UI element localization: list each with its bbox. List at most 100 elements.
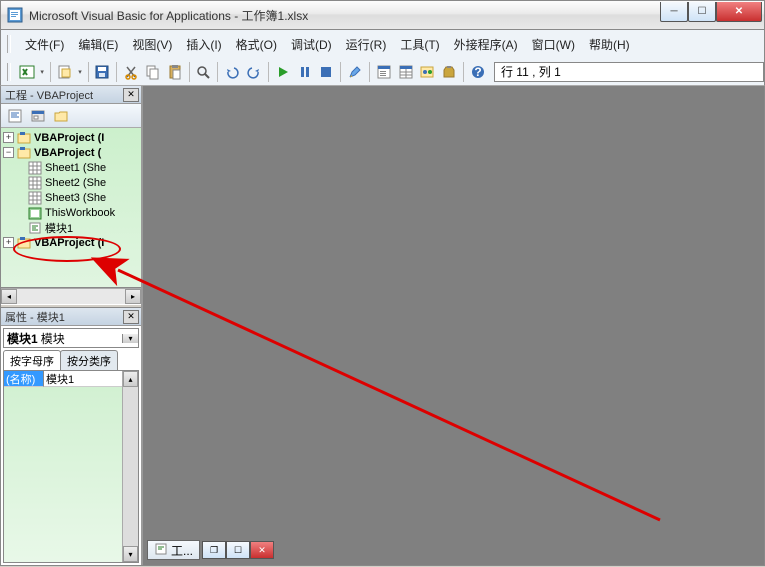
tab-alphabetic[interactable]: 按字母序 xyxy=(3,350,61,370)
menu-addins[interactable]: 外接程序(A) xyxy=(448,34,524,55)
project-icon xyxy=(16,146,32,160)
properties-panel-body: 模块1 模块 ▾ 按字母序 按分类序 (名称) 模块1 ▴ ▾ xyxy=(1,326,141,565)
properties-vscrollbar[interactable]: ▴ ▾ xyxy=(122,371,138,562)
cut-button[interactable] xyxy=(121,61,141,83)
properties-tabs: 按字母序 按分类序 xyxy=(1,350,141,370)
mdi-window-controls: ❐ ☐ ✕ xyxy=(202,541,274,559)
window-title: Microsoft Visual Basic for Applications … xyxy=(29,7,660,24)
view-excel-dropdown[interactable]: ▾ xyxy=(39,68,46,76)
view-excel-button[interactable] xyxy=(17,61,37,83)
tree-node-sheet2[interactable]: Sheet2 (She xyxy=(1,175,141,190)
menu-view[interactable]: 视图(V) xyxy=(126,34,178,55)
toolbar-grip[interactable] xyxy=(7,63,11,81)
mdi-client-area: 工... ❐ ☐ ✕ xyxy=(143,86,764,565)
menu-bar: 文件(F) 编辑(E) 视图(V) 插入(I) 格式(O) 调试(D) 运行(R… xyxy=(0,30,765,58)
properties-panel-title: 属性 - 模块1 xyxy=(5,309,123,325)
view-object-button[interactable] xyxy=(28,106,48,126)
tab-categorized[interactable]: 按分类序 xyxy=(60,350,118,370)
reset-button[interactable] xyxy=(316,61,336,83)
scroll-right-button[interactable]: ▸ xyxy=(125,289,141,304)
scroll-track[interactable] xyxy=(17,289,125,304)
menubar-grip[interactable] xyxy=(7,35,11,53)
property-key: (名称) xyxy=(4,371,44,387)
mdi-maximize-button[interactable]: ☐ xyxy=(226,541,250,559)
minimize-button[interactable]: ─ xyxy=(660,2,688,22)
project-explorer-button[interactable] xyxy=(374,61,394,83)
menu-insert[interactable]: 插入(I) xyxy=(180,34,227,55)
cursor-position-text: 行 11 , 列 1 xyxy=(501,63,561,80)
toolbox-button[interactable] xyxy=(439,61,459,83)
properties-object-combo[interactable]: 模块1 模块 ▾ xyxy=(3,328,139,348)
project-panel-toolbar xyxy=(1,104,141,128)
toggle-folders-button[interactable] xyxy=(51,106,71,126)
tree-node-module1[interactable]: 模块1 xyxy=(1,220,141,235)
cursor-position-display: 行 11 , 列 1 xyxy=(494,62,764,82)
break-button[interactable] xyxy=(295,61,315,83)
project-panel-title: 工程 - VBAProject xyxy=(5,87,123,103)
mdi-restore-button[interactable]: ❐ xyxy=(202,541,226,559)
tree-node-vbaproject-2[interactable]: − VBAProject ( xyxy=(1,145,141,160)
properties-window-button[interactable] xyxy=(396,61,416,83)
save-button[interactable] xyxy=(92,61,112,83)
design-mode-button[interactable] xyxy=(345,61,365,83)
copy-button[interactable] xyxy=(143,61,163,83)
chevron-down-icon[interactable]: ▾ xyxy=(122,334,138,343)
property-row-name[interactable]: (名称) 模块1 xyxy=(4,371,138,387)
menu-file[interactable]: 文件(F) xyxy=(19,34,70,55)
tree-node-vbaproject-1[interactable]: + VBAProject (I xyxy=(1,130,141,145)
run-button[interactable] xyxy=(273,61,293,83)
mdi-task-module1[interactable]: 工... xyxy=(147,540,200,560)
help-button[interactable]: ? xyxy=(468,61,488,83)
scroll-down-button[interactable]: ▾ xyxy=(123,546,138,562)
scroll-left-button[interactable]: ◂ xyxy=(1,289,17,304)
left-panel-column: 工程 - VBAProject ✕ + VBAProject (I − VBAP… xyxy=(1,86,143,565)
worksheet-icon xyxy=(27,176,43,190)
menu-debug[interactable]: 调试(D) xyxy=(285,34,338,55)
redo-button[interactable] xyxy=(244,61,264,83)
undo-button[interactable] xyxy=(222,61,242,83)
tree-node-sheet3[interactable]: Sheet3 (She xyxy=(1,190,141,205)
menu-format[interactable]: 格式(O) xyxy=(230,34,283,55)
view-code-button[interactable] xyxy=(5,106,25,126)
mdi-close-button[interactable]: ✕ xyxy=(250,541,274,559)
workspace: 工程 - VBAProject ✕ + VBAProject (I − VBAP… xyxy=(0,86,765,566)
insert-module-dropdown[interactable]: ▾ xyxy=(76,68,83,76)
properties-grid[interactable]: (名称) 模块1 ▴ ▾ xyxy=(3,370,139,563)
collapse-icon[interactable]: − xyxy=(3,147,14,158)
toolbar: ▾ ▾ ? 行 11 , 列 1 xyxy=(0,58,765,86)
worksheet-icon xyxy=(27,191,43,205)
menu-help[interactable]: 帮助(H) xyxy=(583,34,636,55)
scroll-up-button[interactable]: ▴ xyxy=(123,371,138,387)
close-button[interactable]: ✕ xyxy=(716,2,762,22)
menu-window[interactable]: 窗口(W) xyxy=(526,34,581,55)
worksheet-icon xyxy=(27,161,43,175)
mdi-task-label: 工... xyxy=(171,542,193,559)
find-button[interactable] xyxy=(194,61,214,83)
project-icon xyxy=(16,131,32,145)
app-icon xyxy=(7,7,23,23)
project-tree-hscrollbar[interactable]: ◂ ▸ xyxy=(1,288,141,304)
project-tree[interactable]: + VBAProject (I − VBAProject ( Sheet1 (S… xyxy=(1,128,141,288)
paste-button[interactable] xyxy=(165,61,185,83)
properties-panel-header: 属性 - 模块1 ✕ xyxy=(1,308,141,326)
menu-edit[interactable]: 编辑(E) xyxy=(72,34,124,55)
object-browser-button[interactable] xyxy=(418,61,438,83)
insert-module-button[interactable] xyxy=(55,61,75,83)
expand-icon[interactable]: + xyxy=(3,237,14,248)
tree-node-sheet1[interactable]: Sheet1 (She xyxy=(1,160,141,175)
project-icon xyxy=(16,236,32,250)
project-panel-close-button[interactable]: ✕ xyxy=(123,88,139,102)
properties-panel-close-button[interactable]: ✕ xyxy=(123,310,139,324)
menu-run[interactable]: 运行(R) xyxy=(340,34,393,55)
tree-node-vbaproject-3[interactable]: + VBAProject (I xyxy=(1,235,141,250)
expand-icon[interactable]: + xyxy=(3,132,14,143)
window-controls: ─ ☐ ✕ xyxy=(660,2,764,24)
maximize-button[interactable]: ☐ xyxy=(688,2,716,22)
module-icon xyxy=(154,542,168,559)
tree-node-thisworkbook[interactable]: ThisWorkbook xyxy=(1,205,141,220)
project-panel-header: 工程 - VBAProject ✕ xyxy=(1,86,141,104)
svg-text:?: ? xyxy=(474,65,481,79)
workbook-icon xyxy=(27,206,43,220)
title-bar: Microsoft Visual Basic for Applications … xyxy=(0,0,765,30)
menu-tools[interactable]: 工具(T) xyxy=(394,34,445,55)
